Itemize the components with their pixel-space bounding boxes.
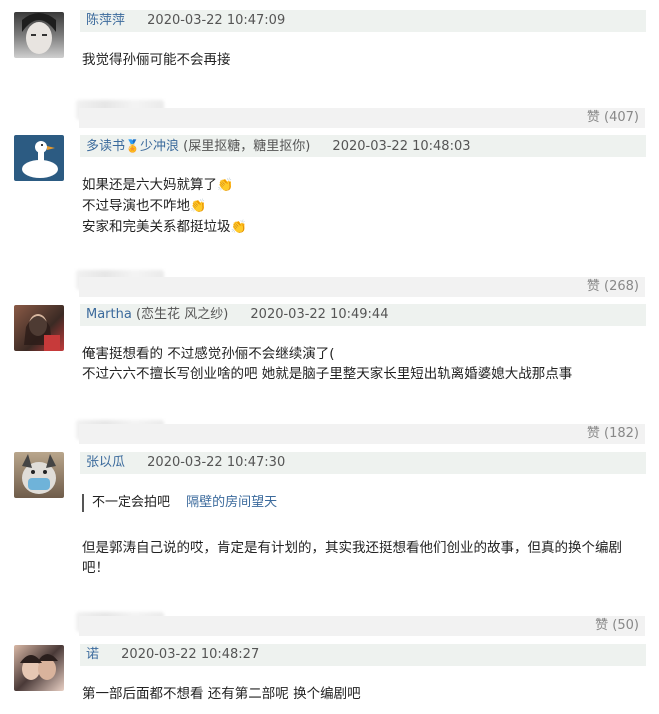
comment-text: 第一部后面都不想看 还有第二部呢 换个编剧吧 (82, 686, 361, 702)
user-badge: (屎里抠糖，糖里抠你) (183, 139, 311, 154)
user-badge: (恋生花 风之纱) (135, 307, 229, 322)
timestamp: 2020-03-22 10:49:44 (250, 307, 389, 322)
like-button[interactable]: 赞 (407) (79, 108, 645, 128)
comment-text: 但是郭涛自己说的哎，肯定是有计划的，其实我还挺想看他们创业的故事，但真的换个编剧… (82, 540, 622, 576)
comment-text: 如果还是六大妈就算了👏 不过导演也不咋地👏 安家和完美关系都挺垃圾👏 (82, 175, 645, 238)
avatar[interactable] (14, 135, 64, 181)
like-button[interactable]: 赞 (268) (79, 277, 645, 297)
timestamp: 2020-03-22 10:48:03 (332, 139, 471, 154)
quote-username[interactable]: 隔壁的房间望天 (186, 495, 277, 510)
comment-text: 俺害挺想看的 不过感觉孙俪不会继续演了( 不过六六不擅长写创业啥的吧 她就是脑子… (82, 346, 573, 382)
clap-icon: 👏 (217, 178, 234, 193)
clap-icon: 👏 (190, 199, 207, 214)
comment-header: 多读书🏅少冲浪 (屎里抠糖，糖里抠你) 2020-03-22 10:48:03 (80, 135, 646, 157)
avatar-couple-icon (20, 654, 58, 680)
avatar[interactable] (14, 12, 64, 58)
comment-header: 张以瓜 2020-03-22 10:47:30 (80, 452, 646, 474)
avatar[interactable] (14, 645, 64, 691)
clap-icon: 👏 (230, 220, 247, 235)
timestamp: 2020-03-22 10:47:30 (147, 455, 286, 470)
avatar[interactable] (14, 305, 64, 351)
timestamp: 2020-03-22 10:48:27 (121, 647, 260, 662)
comment-text: 我觉得孙俪可能不会再接 (82, 52, 231, 68)
username[interactable]: 张以瓜 (80, 455, 125, 470)
like-button[interactable]: 赞 (182) (79, 424, 645, 444)
avatar[interactable] (14, 452, 64, 498)
comment-header: 陈萍萍 2020-03-22 10:47:09 (80, 10, 646, 32)
like-button[interactable]: 赞 (50) (79, 616, 645, 636)
quoted-reply: 不一定会拍吧 隔壁的房间望天 (82, 494, 277, 512)
username[interactable]: Martha (80, 307, 132, 322)
comment-header: Martha (恋生花 风之纱) 2020-03-22 10:49:44 (80, 304, 646, 326)
username[interactable]: 多读书 (80, 139, 125, 154)
username[interactable]: 陈萍萍 (80, 13, 125, 28)
username[interactable]: 诺 (80, 647, 99, 662)
username-suffix[interactable]: 少冲浪 (140, 139, 179, 154)
avatar-person-icon (24, 314, 60, 351)
avatar-face-icon (22, 13, 56, 54)
dog-avatar-icon (22, 454, 56, 494)
comment-header: 诺 2020-03-22 10:48:27 (80, 644, 646, 666)
quote-text: 不一定会拍吧 (92, 495, 171, 510)
goose-avatar-icon (22, 141, 58, 178)
timestamp: 2020-03-22 10:47:09 (147, 13, 286, 28)
medal-icon: 🏅 (125, 139, 140, 153)
